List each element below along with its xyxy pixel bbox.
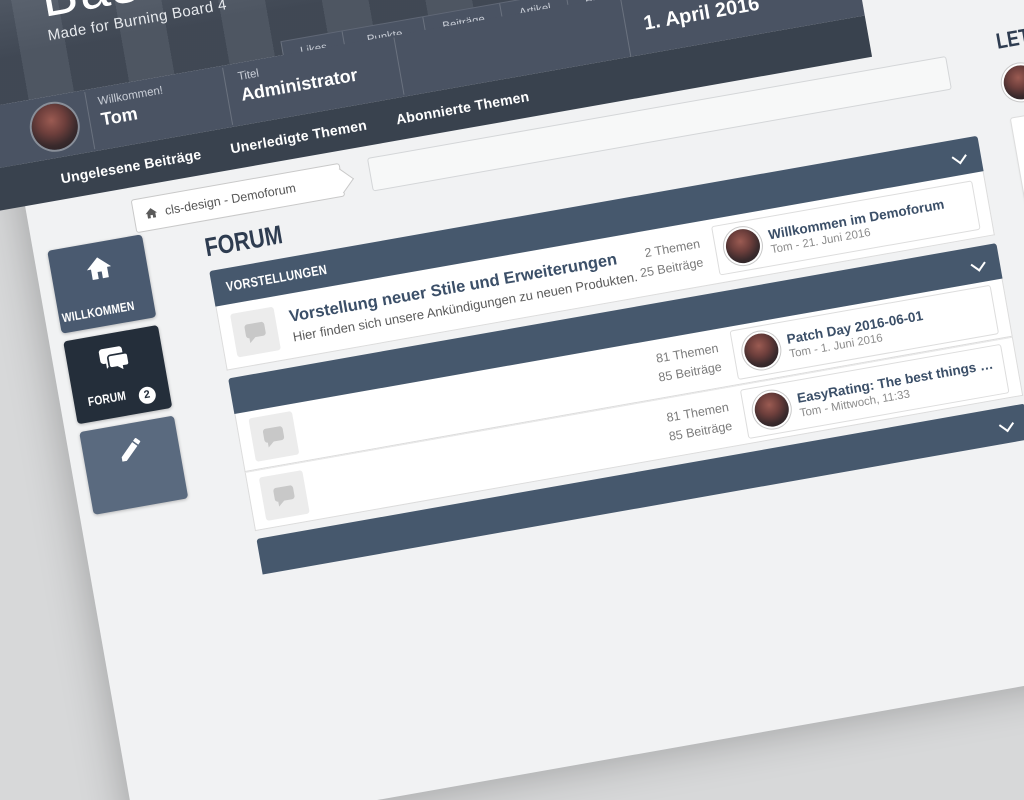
avatar xyxy=(752,390,791,429)
last-post-text: Patch Day 2016-06-01 Tom - 1. Juni 2016 xyxy=(785,308,926,361)
forum-unread-badge: 2 xyxy=(137,385,157,405)
chevron-down-icon[interactable] xyxy=(952,149,967,164)
forum-page: Base Made for Burning Board 4 Likes 15 P… xyxy=(0,0,1024,800)
speech-bubble-icon xyxy=(230,307,281,358)
forum-stats: 81 Themen 85 Beiträge xyxy=(599,396,747,458)
category-title xyxy=(244,386,247,401)
dock-item-label: Willkommen xyxy=(58,295,155,325)
sidebar-box xyxy=(1010,72,1024,267)
dock-item-third[interactable] xyxy=(79,416,188,515)
dock-item-label: Forum2 xyxy=(73,381,171,416)
chevron-down-icon[interactable] xyxy=(970,256,985,271)
dock-item-label xyxy=(90,477,187,507)
speech-bubble-icon xyxy=(248,411,299,462)
forum-stats: 2 Themen 25 Beiträge xyxy=(570,232,718,294)
dock-menu: Willkommen Forum2 xyxy=(47,234,189,522)
speech-bubble-icon xyxy=(259,470,310,521)
nav-unerledigte-themen[interactable]: Unerledigte Themen xyxy=(229,117,368,157)
chevron-down-icon[interactable] xyxy=(999,417,1014,432)
category-title xyxy=(272,547,275,562)
pencil-icon xyxy=(81,427,180,471)
avatar xyxy=(723,226,762,265)
dock-item-forum[interactable]: Forum2 xyxy=(63,325,172,424)
home-icon xyxy=(143,205,159,221)
avatar xyxy=(1001,63,1024,102)
breadcrumb-label: cls-design - Demoforum xyxy=(164,181,297,218)
dock-item-willkommen[interactable]: Willkommen xyxy=(47,234,156,333)
sidebar-heading: LETZTE AKTIVITÄTEN xyxy=(994,0,1024,55)
avatar xyxy=(742,331,781,370)
nav-abonnierte-themen[interactable]: Abonnierte Themen xyxy=(395,88,531,127)
home-icon xyxy=(49,246,148,290)
comments-icon xyxy=(65,337,165,383)
last-post-text: Willkommen im Demoforum Tom - 21. Juni 2… xyxy=(767,196,948,256)
sidebar-latest-activities: LETZTE AKTIVITÄTEN xyxy=(994,0,1024,268)
